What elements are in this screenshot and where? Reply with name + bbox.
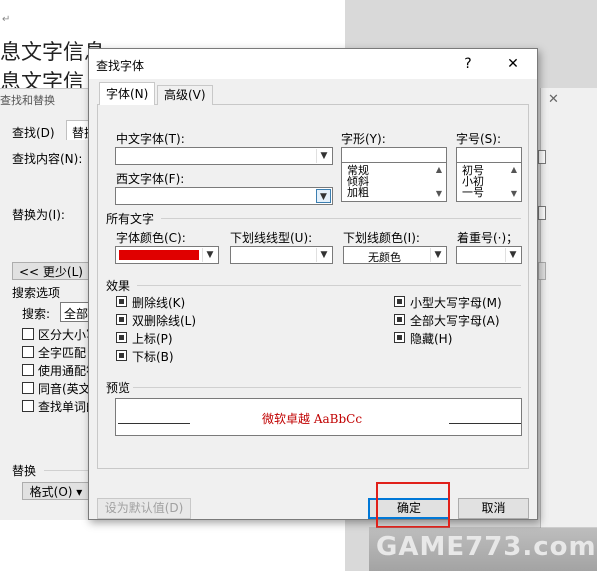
cancel-button[interactable]: 取消: [458, 498, 529, 519]
all-caps-label: 全部大写字母(A): [410, 314, 500, 328]
font-size-item-3[interactable]: 一号: [462, 187, 484, 198]
preview-box: 微软卓越 AaBbCc: [115, 398, 522, 436]
underline-color-label: 下划线颜色(I):: [343, 231, 420, 245]
font-size-label: 字号(S):: [456, 132, 502, 146]
background-button-edge[interactable]: [538, 262, 546, 280]
font-color-swatch: [119, 250, 199, 260]
effects-divider: [137, 285, 521, 286]
whole-word-checkbox[interactable]: [22, 346, 34, 358]
sounds-like-label: 同音(英文: [38, 382, 91, 396]
scroll-up-icon[interactable]: ▲: [509, 165, 519, 174]
font-style-item-bold[interactable]: 加粗: [347, 187, 369, 198]
tab-advanced[interactable]: 高级(V): [157, 85, 213, 105]
double-strikethrough-label: 双删除线(L): [132, 314, 197, 328]
underline-color-value: 无颜色: [368, 251, 401, 264]
strikethrough-checkbox[interactable]: [116, 296, 127, 307]
font-style-input[interactable]: [341, 147, 447, 163]
western-font-select[interactable]: ▼: [115, 187, 333, 205]
scroll-down-icon[interactable]: ▼: [509, 189, 519, 198]
help-icon[interactable]: ?: [455, 53, 481, 75]
set-default-button[interactable]: 设为默认值(D): [97, 498, 191, 519]
close-icon[interactable]: ✕: [548, 92, 559, 107]
chinese-font-label: 中文字体(T):: [116, 132, 185, 146]
replace-group-label: 替换: [12, 464, 37, 478]
font-style-label: 字形(Y):: [341, 132, 386, 146]
preview-divider: [133, 387, 521, 388]
emphasis-mark-select[interactable]: ▼: [456, 246, 522, 264]
double-strikethrough-checkbox[interactable]: [116, 314, 127, 325]
find-replace-dialog-right: [540, 88, 597, 528]
subscript-checkbox[interactable]: [116, 350, 127, 361]
less-button[interactable]: << 更少(L): [12, 262, 90, 280]
font-color-select[interactable]: ▼: [115, 246, 219, 264]
underline-color-select[interactable]: 无颜色 ▼: [343, 246, 447, 264]
all-caps-checkbox[interactable]: [394, 314, 405, 325]
paragraph-mark: ↵: [2, 14, 11, 25]
chinese-font-select[interactable]: ▼: [115, 147, 333, 165]
chevron-down-icon: ▼: [316, 189, 331, 203]
scroll-up-icon[interactable]: ▲: [434, 165, 444, 174]
strikethrough-label: 删除线(K): [132, 296, 186, 310]
find-replace-title: 查找和替换: [0, 94, 55, 107]
underline-style-select[interactable]: ▼: [230, 246, 333, 264]
watermark-logo: GAME773.com: [376, 532, 597, 562]
hidden-checkbox[interactable]: [394, 332, 405, 343]
all-text-label: 所有文字: [106, 212, 155, 226]
superscript-checkbox[interactable]: [116, 332, 127, 343]
preview-baseline-left: [118, 423, 190, 424]
small-caps-checkbox[interactable]: [394, 296, 405, 307]
tab-replace[interactable]: 替换: [66, 120, 96, 140]
font-style-list[interactable]: 常规 倾斜 加粗 ▲ ▼: [341, 162, 447, 202]
hidden-label: 隐藏(H): [410, 332, 453, 346]
preview-baseline-right: [449, 423, 521, 424]
word-forms-checkbox[interactable]: [22, 400, 34, 412]
find-font-dialog: 查找字体 ? ✕ 字体(N) 高级(V) 中文字体(T): ▼ 西文字体(F):…: [88, 48, 538, 520]
search-label: 搜索:: [22, 307, 51, 321]
underline-style-label: 下划线线型(U):: [230, 231, 313, 245]
small-caps-label: 小型大写字母(M): [410, 296, 502, 310]
match-case-checkbox[interactable]: [22, 328, 34, 340]
replace-with-label: 替换为(I):: [12, 208, 65, 222]
sounds-like-checkbox[interactable]: [22, 382, 34, 394]
all-text-divider: [161, 218, 521, 219]
font-color-label: 字体颜色(C):: [116, 231, 186, 245]
scroll-down-icon[interactable]: ▼: [434, 189, 444, 198]
font-size-input[interactable]: [456, 147, 522, 163]
search-options-label: 搜索选项: [12, 286, 61, 300]
find-what-input-edge[interactable]: [538, 150, 546, 164]
close-icon[interactable]: ✕: [500, 53, 526, 75]
subscript-label: 下标(B): [132, 350, 174, 364]
chevron-down-icon: ▼: [316, 149, 331, 163]
chevron-down-icon: ▼: [505, 248, 520, 262]
preview-text: 微软卓越 AaBbCc: [262, 412, 363, 426]
chevron-down-icon: ▼: [430, 248, 445, 262]
tab-font[interactable]: 字体(N): [99, 82, 156, 105]
font-size-list[interactable]: 初号 小初 一号 ▲ ▼: [456, 162, 522, 202]
ok-button-highlight: [376, 482, 450, 528]
whole-word-label: 全字匹配: [38, 346, 87, 360]
superscript-label: 上标(P): [132, 332, 173, 346]
western-font-label: 西文字体(F):: [116, 172, 185, 186]
chevron-down-icon: ▼: [202, 248, 217, 262]
chevron-down-icon: ▼: [316, 248, 331, 262]
format-button[interactable]: 格式(O) ▾: [22, 482, 90, 500]
dialog-title: 查找字体: [96, 59, 145, 73]
tab-find[interactable]: 查找(D): [12, 124, 55, 141]
preview-label: 预览: [106, 381, 131, 395]
replace-with-input-edge[interactable]: [538, 206, 546, 220]
wildcards-checkbox[interactable]: [22, 364, 34, 376]
effects-label: 效果: [106, 279, 131, 293]
find-what-label: 查找内容(N):: [12, 152, 83, 166]
emphasis-mark-label: 着重号(·)；: [457, 231, 519, 245]
